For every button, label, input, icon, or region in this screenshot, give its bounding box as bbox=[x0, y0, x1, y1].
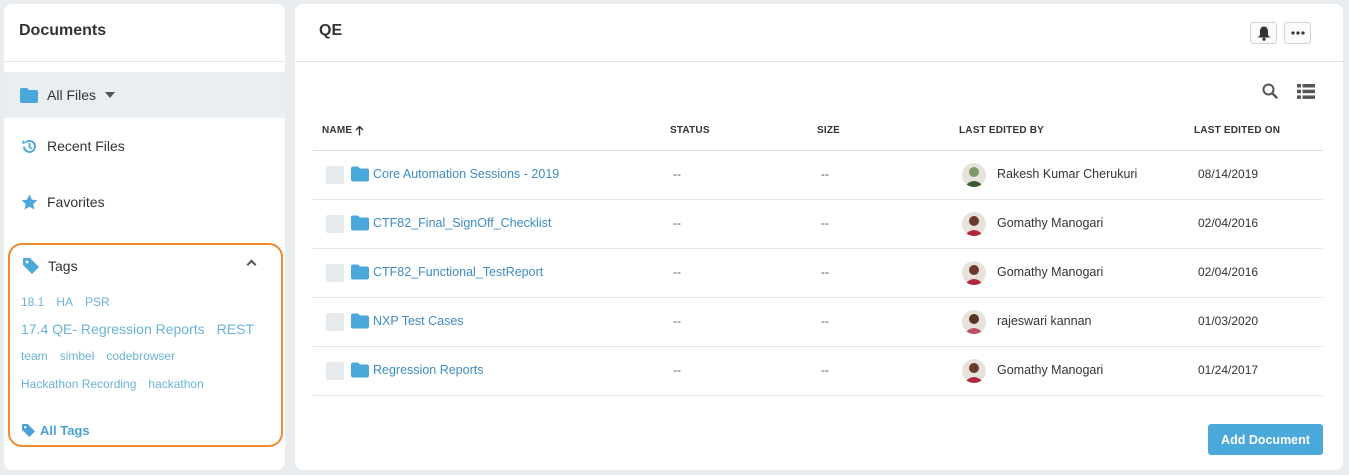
table-row[interactable]: NXP Test Cases -- -- rajeswari kannan 01/03/… bbox=[313, 298, 1323, 347]
column-header-name[interactable]: NAME bbox=[322, 125, 364, 136]
row-checkbox[interactable] bbox=[326, 313, 344, 331]
row-checkbox[interactable] bbox=[326, 215, 344, 233]
folder-icon bbox=[351, 166, 369, 182]
all-files-dropdown[interactable]: All Files bbox=[4, 72, 285, 118]
more-options-button[interactable] bbox=[1284, 22, 1311, 44]
all-tags-link[interactable]: All Tags bbox=[22, 423, 90, 438]
folder-icon bbox=[19, 86, 39, 104]
status-cell: -- bbox=[673, 265, 681, 279]
edited-date: 02/04/2016 bbox=[1198, 216, 1259, 230]
tag-regression-reports[interactable]: 17.4 QE- Regression Reports bbox=[21, 321, 205, 337]
avatar bbox=[962, 310, 986, 334]
edited-date: 01/24/2017 bbox=[1198, 363, 1259, 377]
folder-icon bbox=[351, 264, 369, 280]
tag-row: Hackathon Recording hackathon bbox=[10, 377, 281, 391]
tag-ha[interactable]: HA bbox=[56, 295, 73, 309]
column-header-last-edited-by[interactable]: LAST EDITED BY bbox=[959, 125, 1044, 136]
avatar bbox=[962, 261, 986, 285]
column-header-status[interactable]: STATUS bbox=[670, 125, 710, 136]
file-name-link[interactable]: CTF82_Functional_TestReport bbox=[373, 265, 543, 279]
all-tags-label: All Tags bbox=[40, 423, 90, 438]
editor-name: Gomathy Manogari bbox=[997, 265, 1104, 279]
edited-date: 01/03/2020 bbox=[1198, 314, 1259, 328]
tag-icon bbox=[22, 423, 36, 438]
tag-hackathon-recording[interactable]: Hackathon Recording bbox=[21, 377, 136, 391]
column-name-label: NAME bbox=[322, 125, 353, 136]
avatar bbox=[962, 163, 986, 187]
size-cell: -- bbox=[821, 216, 829, 230]
size-cell: -- bbox=[821, 363, 829, 377]
notifications-button[interactable] bbox=[1250, 22, 1277, 44]
table-row[interactable]: Core Automation Sessions - 2019 -- -- Rakes… bbox=[313, 151, 1323, 200]
folder-icon bbox=[351, 362, 369, 378]
tag-psr[interactable]: PSR bbox=[85, 295, 110, 309]
file-name-link[interactable]: Regression Reports bbox=[373, 363, 483, 377]
avatar bbox=[962, 359, 986, 383]
add-document-button[interactable]: Add Document bbox=[1208, 424, 1323, 455]
size-cell: -- bbox=[821, 167, 829, 181]
tag-simbel[interactable]: simbel bbox=[60, 349, 95, 363]
file-name-link[interactable]: CTF82_Final_SignOff_Checklist bbox=[373, 216, 551, 230]
search-icon[interactable] bbox=[1260, 82, 1280, 100]
tag-team[interactable]: team bbox=[21, 349, 48, 363]
size-cell: -- bbox=[821, 265, 829, 279]
file-name-link[interactable]: Core Automation Sessions - 2019 bbox=[373, 167, 559, 181]
tag-18-1[interactable]: 18.1 bbox=[21, 295, 44, 309]
status-cell: -- bbox=[673, 167, 681, 181]
table-row[interactable]: CTF82_Functional_TestReport -- -- Gomathy M… bbox=[313, 249, 1323, 298]
tag-rest[interactable]: REST bbox=[217, 321, 254, 337]
bell-icon bbox=[1257, 26, 1270, 41]
file-name-link[interactable]: NXP Test Cases bbox=[373, 314, 464, 328]
tag-icon bbox=[22, 257, 40, 275]
all-files-label: All Files bbox=[47, 87, 97, 103]
sidebar-title: Documents bbox=[4, 4, 285, 62]
row-checkbox[interactable] bbox=[326, 362, 344, 380]
column-header-last-edited-on[interactable]: LAST EDITED ON bbox=[1194, 125, 1280, 136]
tags-section: Tags 18.1 HA PSR 17.4 QE- Regression Rep… bbox=[8, 243, 283, 447]
chevron-up-icon[interactable] bbox=[246, 259, 257, 270]
tags-header[interactable]: Tags bbox=[10, 245, 281, 287]
row-checkbox[interactable] bbox=[326, 264, 344, 282]
table-row[interactable]: Regression Reports -- -- Gomathy Manogari 01… bbox=[313, 347, 1323, 396]
status-cell: -- bbox=[673, 314, 681, 328]
edited-date: 02/04/2016 bbox=[1198, 265, 1259, 279]
page-title: QE bbox=[319, 22, 343, 39]
documents-main: QE NAME STATUS SIZE LAST EDITED BY LAST … bbox=[295, 4, 1343, 470]
star-icon bbox=[19, 193, 39, 211]
history-icon bbox=[19, 137, 39, 155]
tag-row: team simbel codebrowser bbox=[10, 349, 281, 363]
size-cell: -- bbox=[821, 314, 829, 328]
documents-sidebar: Documents All Files Recent Files Favorit… bbox=[4, 4, 285, 470]
status-cell: -- bbox=[673, 216, 681, 230]
editor-name: Rakesh Kumar Cherukuri bbox=[997, 167, 1138, 181]
editor-name: Gomathy Manogari bbox=[997, 216, 1104, 230]
tag-row: 17.4 QE- Regression Reports REST bbox=[10, 321, 281, 337]
avatar bbox=[962, 212, 986, 236]
caret-down-icon bbox=[105, 92, 116, 98]
favorites-label: Favorites bbox=[47, 194, 105, 210]
toolbar bbox=[1260, 82, 1316, 100]
edited-date: 08/14/2019 bbox=[1198, 167, 1259, 181]
sidebar-item-favorites[interactable]: Favorites bbox=[4, 174, 285, 230]
sidebar-item-recent-files[interactable]: Recent Files bbox=[4, 118, 285, 174]
list-view-icon[interactable] bbox=[1296, 82, 1316, 100]
column-header-size[interactable]: SIZE bbox=[817, 125, 840, 136]
table-row[interactable]: CTF82_Final_SignOff_Checklist -- -- Gomathy… bbox=[313, 200, 1323, 249]
tag-hackathon[interactable]: hackathon bbox=[148, 377, 203, 391]
editor-name: rajeswari kannan bbox=[997, 314, 1092, 328]
tags-label: Tags bbox=[48, 258, 78, 274]
sort-ascending-icon bbox=[355, 125, 364, 135]
folder-icon bbox=[351, 215, 369, 231]
row-checkbox[interactable] bbox=[326, 166, 344, 184]
tag-row: 18.1 HA PSR bbox=[10, 295, 281, 309]
main-header: QE bbox=[295, 4, 1343, 62]
more-icon bbox=[1290, 31, 1305, 35]
recent-files-label: Recent Files bbox=[47, 138, 125, 154]
editor-name: Gomathy Manogari bbox=[997, 363, 1104, 377]
tag-codebrowser[interactable]: codebrowser bbox=[106, 349, 175, 363]
status-cell: -- bbox=[673, 363, 681, 377]
folder-icon bbox=[351, 313, 369, 329]
